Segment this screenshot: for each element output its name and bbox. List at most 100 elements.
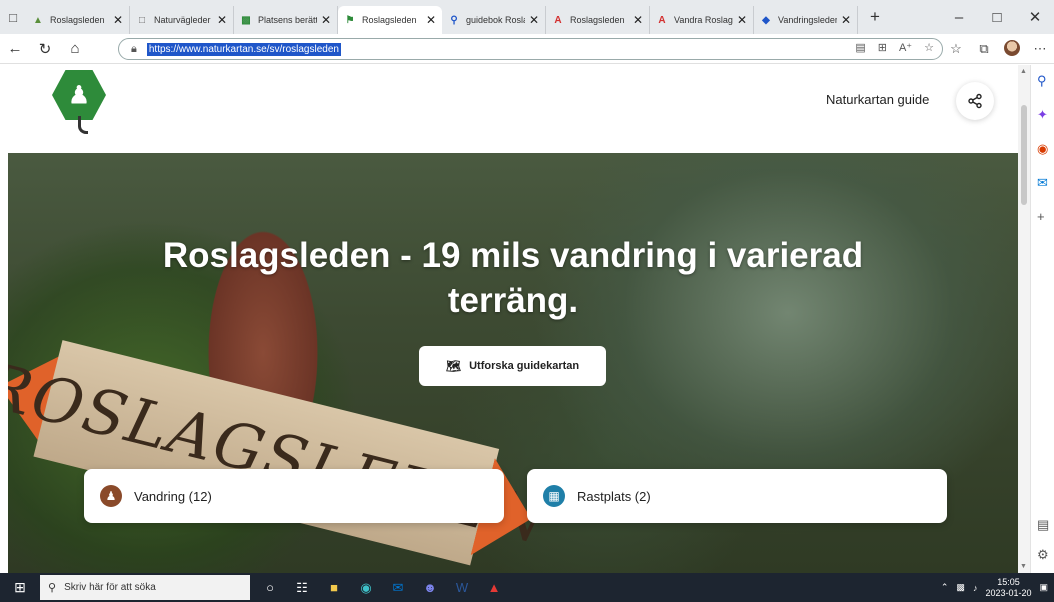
tab-vandringsleder[interactable]: ◆ Vandringsleder ✕	[754, 6, 858, 34]
scroll-down-icon[interactable]: ▼	[1020, 563, 1027, 570]
volume-icon[interactable]: ♪	[973, 583, 978, 593]
page-scrollbar[interactable]: ▲ ▼	[1018, 65, 1030, 573]
settings-icon[interactable]: ⚙	[1037, 547, 1049, 563]
acrobat-icon[interactable]: ▲	[478, 573, 510, 602]
hiker-icon: ▩	[241, 14, 251, 26]
taskbar-search-placeholder: Skriv här för att söka	[64, 582, 156, 593]
cortana-icon[interactable]: ○	[254, 573, 286, 602]
clock-time: 15:05	[997, 576, 1020, 587]
clock-date: 2023-01-20	[985, 587, 1032, 598]
close-icon[interactable]: ✕	[321, 13, 331, 27]
system-tray: ⌃ ▩ ♪ 15:05 2023-01-20 ▣	[941, 573, 1048, 602]
picnic-table-icon: ▦	[543, 485, 565, 507]
close-icon[interactable]: ✕	[529, 13, 539, 27]
share-icon	[968, 93, 982, 109]
naturkartan-guide-link[interactable]: Naturkartan guide	[826, 92, 929, 107]
show-hidden-icons[interactable]: ⌃	[941, 582, 949, 593]
hiking-icon: ♟	[100, 485, 122, 507]
category-card-vandring[interactable]: ♟ Vandring (12)	[84, 469, 504, 523]
map-icon: 🗺︎	[445, 359, 462, 373]
search-sidebar-icon[interactable]: ⚲	[1037, 73, 1047, 89]
windows-start-icon[interactable]: ⊞	[0, 573, 40, 602]
trail-icon: ⚑	[345, 14, 355, 26]
network-icon[interactable]: ▩	[956, 582, 965, 593]
page-viewport: ♟ Naturkartan guide ROSLAGSLEDEN Roslags…	[0, 65, 1018, 573]
outlook-icon[interactable]: ✉	[1037, 175, 1048, 191]
browser-tab-strip: □ ▲ Roslagsleden ✕ □ Naturvägleder ✕ ▩ P…	[0, 0, 1054, 34]
more-menu-icon[interactable]: ⋯	[1026, 41, 1054, 57]
favorite-add-icon[interactable]: ☆	[924, 41, 934, 54]
file-explorer-icon[interactable]: ■	[318, 573, 350, 602]
restore-icon[interactable]: □	[978, 0, 1016, 34]
window-controls: – □ ✕	[940, 0, 1054, 34]
windows-taskbar: ⊞ ⚲ Skriv här för att söka ○ ☷ ■ ◉ ✉ ☻ W…	[0, 573, 1054, 602]
edge-icon[interactable]: ◉	[350, 573, 382, 602]
close-icon[interactable]: ✕	[113, 13, 123, 27]
shield-icon: ◆	[762, 14, 770, 26]
edge-sidebar: ⚲ ✦ ◉ ✉ + ▤ ⚙	[1030, 65, 1054, 573]
scrollbar-thumb[interactable]	[1021, 105, 1027, 205]
tab-guidebok[interactable]: ⚲ guidebok Roslagsleden ✕	[442, 6, 546, 34]
search-icon: ⚲	[450, 14, 458, 26]
browser-toolbar: ← ↻ ⌂ 🔒︎ https://www.naturkartan.se/sv/r…	[0, 34, 1054, 64]
scroll-up-icon[interactable]: ▲	[1020, 68, 1027, 75]
sidebar-layout-icon[interactable]: ▤	[1037, 517, 1049, 533]
taskbar-search[interactable]: ⚲ Skriv här för att söka	[40, 575, 250, 600]
category-card-rastplats[interactable]: ▦ Rastplats (2)	[527, 469, 947, 523]
tab-list: ▲ Roslagsleden ✕ □ Naturvägleder ✕ ▩ Pla…	[26, 0, 858, 34]
tab-roslagsleden-pdf[interactable]: A Roslagsleden ✕	[546, 6, 650, 34]
clock[interactable]: 15:05 2023-01-20	[985, 577, 1031, 599]
read-aloud-icon[interactable]: A⁺	[899, 41, 912, 54]
minimize-icon[interactable]: –	[940, 0, 978, 34]
share-button[interactable]	[956, 82, 994, 120]
lock-icon[interactable]: 🔒︎	[131, 43, 137, 56]
new-tab-button[interactable]: +	[862, 7, 888, 27]
site-header: ♟ Naturkartan guide	[0, 65, 1018, 153]
back-button[interactable]: ←	[0, 34, 30, 64]
search-icon: ⚲	[48, 582, 57, 594]
tab-roslagsleden-active[interactable]: ⚑ Roslagsleden ✕	[338, 6, 442, 34]
tab-roslagsleden-1[interactable]: ▲ Roslagsleden ✕	[26, 6, 130, 34]
apps-icon[interactable]: ⊞	[878, 41, 887, 54]
task-view-icon[interactable]: ☷	[286, 573, 318, 602]
page-icon: □	[138, 14, 146, 26]
close-icon[interactable]: ✕	[737, 13, 747, 27]
teams-icon[interactable]: ☻	[414, 573, 446, 602]
hero-banner: ROSLAGSLEDEN Roslagsleden - 19 mils vand…	[8, 153, 1018, 573]
tab-actions-icon[interactable]: □	[0, 0, 26, 34]
refresh-button[interactable]: ↻	[30, 34, 60, 64]
pdf-icon: A	[658, 14, 666, 26]
category-label: Vandring (12)	[134, 488, 212, 504]
tab-vandra-roslagsleden[interactable]: A Vandra Roslagsleden ✕	[650, 6, 754, 34]
close-icon[interactable]: ✕	[217, 13, 227, 27]
address-bar-tools: ▤ ⊞ A⁺ ☆	[855, 41, 934, 54]
notifications-icon[interactable]: ▣	[1039, 582, 1048, 593]
taskbar-pinned-apps: ○ ☷ ■ ◉ ✉ ☻ W ▲	[254, 573, 510, 602]
close-icon[interactable]: ✕	[841, 13, 851, 27]
naturkartan-logo[interactable]: ♟	[52, 70, 108, 134]
reader-view-icon[interactable]: ▤	[855, 41, 865, 54]
word-icon[interactable]: W	[446, 573, 478, 602]
close-icon[interactable]: ✕	[633, 13, 643, 27]
explore-button-label: Utforska guidekartan	[469, 360, 580, 372]
office-icon[interactable]: ◉	[1037, 141, 1048, 157]
category-label: Rastplats (2)	[577, 488, 651, 504]
explore-guide-map-button[interactable]: 🗺︎ Utforska guidekartan	[419, 346, 606, 386]
hiker-logo-icon: ♟	[52, 70, 106, 120]
address-bar[interactable]: 🔒︎ https://www.naturkartan.se/sv/roslags…	[118, 38, 943, 60]
favorites-icon[interactable]: ☆	[942, 41, 970, 57]
browser-right-toolbar: ☆ ⧉ ⋯	[942, 34, 1054, 64]
forest-icon: ▲	[33, 14, 43, 26]
outlook-app-icon[interactable]: ✉	[382, 573, 414, 602]
tab-naturvagleder[interactable]: □ Naturvägleder ✕	[130, 6, 234, 34]
discover-icon[interactable]: ✦	[1037, 107, 1048, 123]
profile-avatar[interactable]	[998, 39, 1026, 59]
close-icon[interactable]: ✕	[426, 13, 436, 27]
tab-platsens-berattelse[interactable]: ▩ Platsens berättelse ✕	[234, 6, 338, 34]
add-sidebar-icon[interactable]: +	[1037, 209, 1045, 224]
collections-icon[interactable]: ⧉	[970, 41, 998, 57]
home-button[interactable]: ⌂	[60, 34, 90, 64]
hero-title: Roslagsleden - 19 mils vandring i varier…	[162, 236, 864, 320]
url-text[interactable]: https://www.naturkartan.se/sv/roslagsled…	[146, 42, 341, 56]
close-window-icon[interactable]: ✕	[1016, 0, 1054, 34]
